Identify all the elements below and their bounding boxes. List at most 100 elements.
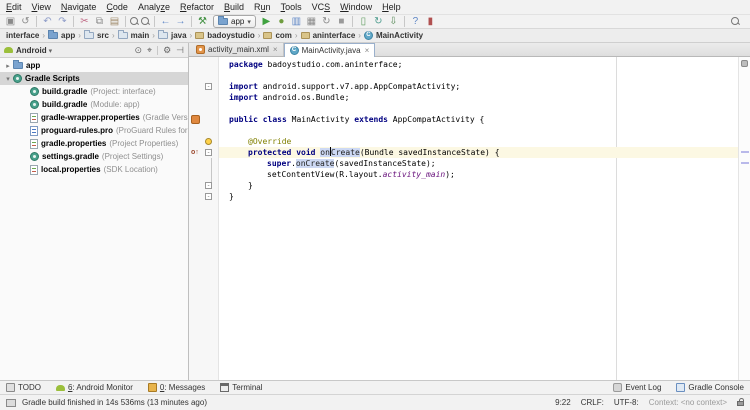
breadcrumb-aninterface[interactable]: aninterface bbox=[299, 31, 358, 40]
event-log-button[interactable]: Event Log bbox=[613, 383, 661, 392]
code-line-3[interactable]: import android.support.v7.app.AppCompatA… bbox=[219, 81, 738, 92]
todo-button[interactable]: TODO bbox=[6, 383, 41, 392]
profiler-icon[interactable]: ▥ bbox=[289, 15, 304, 28]
tree-item-app-0[interactable]: ▸app bbox=[0, 59, 188, 72]
code-line-7[interactable] bbox=[219, 125, 738, 136]
code-line-6[interactable]: public class MainActivity extends AppCom… bbox=[219, 114, 738, 125]
inspections-indicator-icon[interactable] bbox=[741, 60, 748, 67]
breadcrumb-interface[interactable]: interface bbox=[4, 31, 41, 40]
forward-icon[interactable]: → bbox=[173, 15, 188, 28]
code-line-2[interactable] bbox=[219, 70, 738, 81]
menu-build[interactable]: Build bbox=[219, 2, 249, 12]
fold-marker-icon[interactable]: - bbox=[205, 149, 212, 156]
encoding-selector[interactable]: UTF-8: bbox=[614, 398, 639, 407]
tree-item-gradle-properties-6[interactable]: gradle.properties(Project Properties) bbox=[0, 137, 188, 150]
redo-icon[interactable]: ↷ bbox=[55, 15, 70, 28]
project-view-selector[interactable]: Android bbox=[16, 46, 52, 55]
avd-manager-icon[interactable]: ▯ bbox=[356, 15, 371, 28]
search-everywhere-icon[interactable] bbox=[730, 16, 741, 27]
messages-button[interactable]: 0: Messages bbox=[148, 383, 205, 392]
debug-icon[interactable]: ● bbox=[274, 15, 289, 28]
locate-icon[interactable]: ⌖ bbox=[147, 45, 152, 56]
paste-icon[interactable]: ▤ bbox=[107, 15, 122, 28]
breadcrumb-src[interactable]: src bbox=[82, 31, 111, 40]
undo-icon[interactable]: ↶ bbox=[40, 15, 55, 28]
code-line-5[interactable] bbox=[219, 103, 738, 114]
menu-code[interactable]: Code bbox=[101, 2, 133, 12]
breadcrumb-java[interactable]: java bbox=[156, 31, 189, 40]
code-line-8[interactable]: @Override bbox=[219, 136, 738, 147]
copy-icon[interactable]: ⧉ bbox=[92, 15, 107, 28]
run-config-selector[interactable]: app▾ bbox=[213, 15, 256, 28]
line-endings-selector[interactable]: CRLF: bbox=[581, 398, 604, 407]
code-line-11[interactable]: setContentView(R.layout.activity_main); bbox=[219, 169, 738, 180]
scrollbar-error-stripe[interactable] bbox=[738, 57, 750, 380]
stop-icon[interactable]: ■ bbox=[334, 15, 349, 28]
code-line-4[interactable]: import android.os.Bundle; bbox=[219, 92, 738, 103]
lock-icon[interactable] bbox=[737, 401, 744, 406]
run-context[interactable]: Context: <no context> bbox=[649, 398, 727, 407]
menu-view[interactable]: View bbox=[27, 2, 56, 12]
breadcrumb-com[interactable]: com bbox=[261, 31, 293, 40]
terminal-button[interactable]: Terminal bbox=[220, 383, 262, 392]
tree-item-gradle-wrapper-properties-4[interactable]: gradle-wrapper.properties(Gradle Version… bbox=[0, 111, 188, 124]
find-icon[interactable] bbox=[129, 16, 140, 27]
settings-filter-icon[interactable]: ⊙ bbox=[134, 45, 142, 56]
attach-debugger-icon[interactable]: ▮ bbox=[423, 15, 438, 28]
breadcrumb-main[interactable]: main bbox=[116, 31, 152, 40]
fold-marker-icon[interactable]: - bbox=[205, 193, 212, 200]
code-line-1[interactable]: package badoystudio.com.aninterface; bbox=[219, 59, 738, 70]
code-line-9[interactable]: protected void onCreate(Bundle savedInst… bbox=[219, 147, 738, 158]
fold-marker-icon[interactable]: - bbox=[205, 182, 212, 189]
android-monitor-button[interactable]: 6: Android Monitor bbox=[56, 383, 133, 392]
gradle-sync-icon[interactable]: ↻ bbox=[371, 15, 386, 28]
overriding-method-icon[interactable]: o↑ bbox=[191, 148, 199, 157]
make-project-icon[interactable]: ⚒ bbox=[195, 15, 210, 28]
caret-position[interactable]: 9:22 bbox=[555, 398, 571, 407]
code-editor[interactable]: package badoystudio.com.aninterface; impo… bbox=[219, 57, 738, 380]
sdk-manager-icon[interactable]: ⇩ bbox=[386, 15, 401, 28]
hide-panel-icon[interactable]: ⊣ bbox=[176, 45, 184, 56]
breadcrumb-mainactivity[interactable]: MainActivity bbox=[362, 31, 425, 40]
code-line-13[interactable]: } bbox=[219, 191, 738, 202]
menu-tools[interactable]: Tools bbox=[276, 2, 307, 12]
tool-window-switcher-icon[interactable] bbox=[6, 399, 16, 407]
tree-item-proguard-rules-pro-5[interactable]: proguard-rules.pro(ProGuard Rules for ap… bbox=[0, 124, 188, 137]
menu-run[interactable]: Run bbox=[249, 2, 276, 12]
breadcrumb-app[interactable]: app bbox=[46, 31, 77, 40]
save-icon[interactable]: ▣ bbox=[3, 15, 18, 28]
back-icon[interactable]: ← bbox=[158, 15, 173, 28]
code-line-12[interactable]: } bbox=[219, 180, 738, 191]
restart-icon[interactable]: ↻ bbox=[319, 15, 334, 28]
chevron-right-icon[interactable]: ▸ bbox=[3, 62, 13, 70]
gradle-console-button[interactable]: Gradle Console bbox=[676, 383, 744, 392]
fold-marker-icon[interactable]: - bbox=[205, 83, 212, 90]
chevron-down-icon[interactable]: ▾ bbox=[3, 75, 13, 83]
tree-item-settings-gradle-7[interactable]: settings.gradle(Project Settings) bbox=[0, 150, 188, 163]
code-line-10[interactable]: super.onCreate(savedInstanceState); bbox=[219, 158, 738, 169]
coverage-icon[interactable]: ▦ bbox=[304, 15, 319, 28]
gear-icon[interactable]: ⚙ bbox=[163, 45, 171, 56]
menu-refactor[interactable]: Refactor bbox=[175, 2, 219, 12]
close-icon[interactable]: × bbox=[365, 46, 370, 55]
menu-analyze[interactable]: Analyze bbox=[133, 2, 175, 12]
intention-bulb-icon[interactable] bbox=[205, 138, 212, 145]
cut-icon[interactable]: ✂ bbox=[77, 15, 92, 28]
tab-mainactivity-java[interactable]: MainActivity.java× bbox=[284, 43, 376, 57]
tree-item-gradle-scripts-1[interactable]: ▾Gradle Scripts bbox=[0, 72, 188, 85]
run-icon[interactable]: ▶ bbox=[259, 15, 274, 28]
tab-activity-main-xml[interactable]: activity_main.xml× bbox=[191, 43, 284, 56]
menu-vcs[interactable]: VCS bbox=[307, 2, 336, 12]
menu-navigate[interactable]: Navigate bbox=[56, 2, 102, 12]
tree-item-build-gradle-2[interactable]: build.gradle(Project: interface) bbox=[0, 85, 188, 98]
tree-item-local-properties-8[interactable]: local.properties(SDK Location) bbox=[0, 163, 188, 176]
menu-edit[interactable]: Edit bbox=[1, 2, 27, 12]
find-in-path-icon[interactable] bbox=[140, 16, 151, 27]
help-icon[interactable]: ? bbox=[408, 15, 423, 28]
sync-icon[interactable]: ↺ bbox=[18, 15, 33, 28]
breadcrumb-badoystudio[interactable]: badoystudio bbox=[193, 31, 257, 40]
menu-window[interactable]: Window bbox=[335, 2, 377, 12]
android-activity-icon[interactable] bbox=[191, 115, 200, 124]
close-icon[interactable]: × bbox=[273, 45, 278, 54]
tree-item-build-gradle-3[interactable]: build.gradle(Module: app) bbox=[0, 98, 188, 111]
